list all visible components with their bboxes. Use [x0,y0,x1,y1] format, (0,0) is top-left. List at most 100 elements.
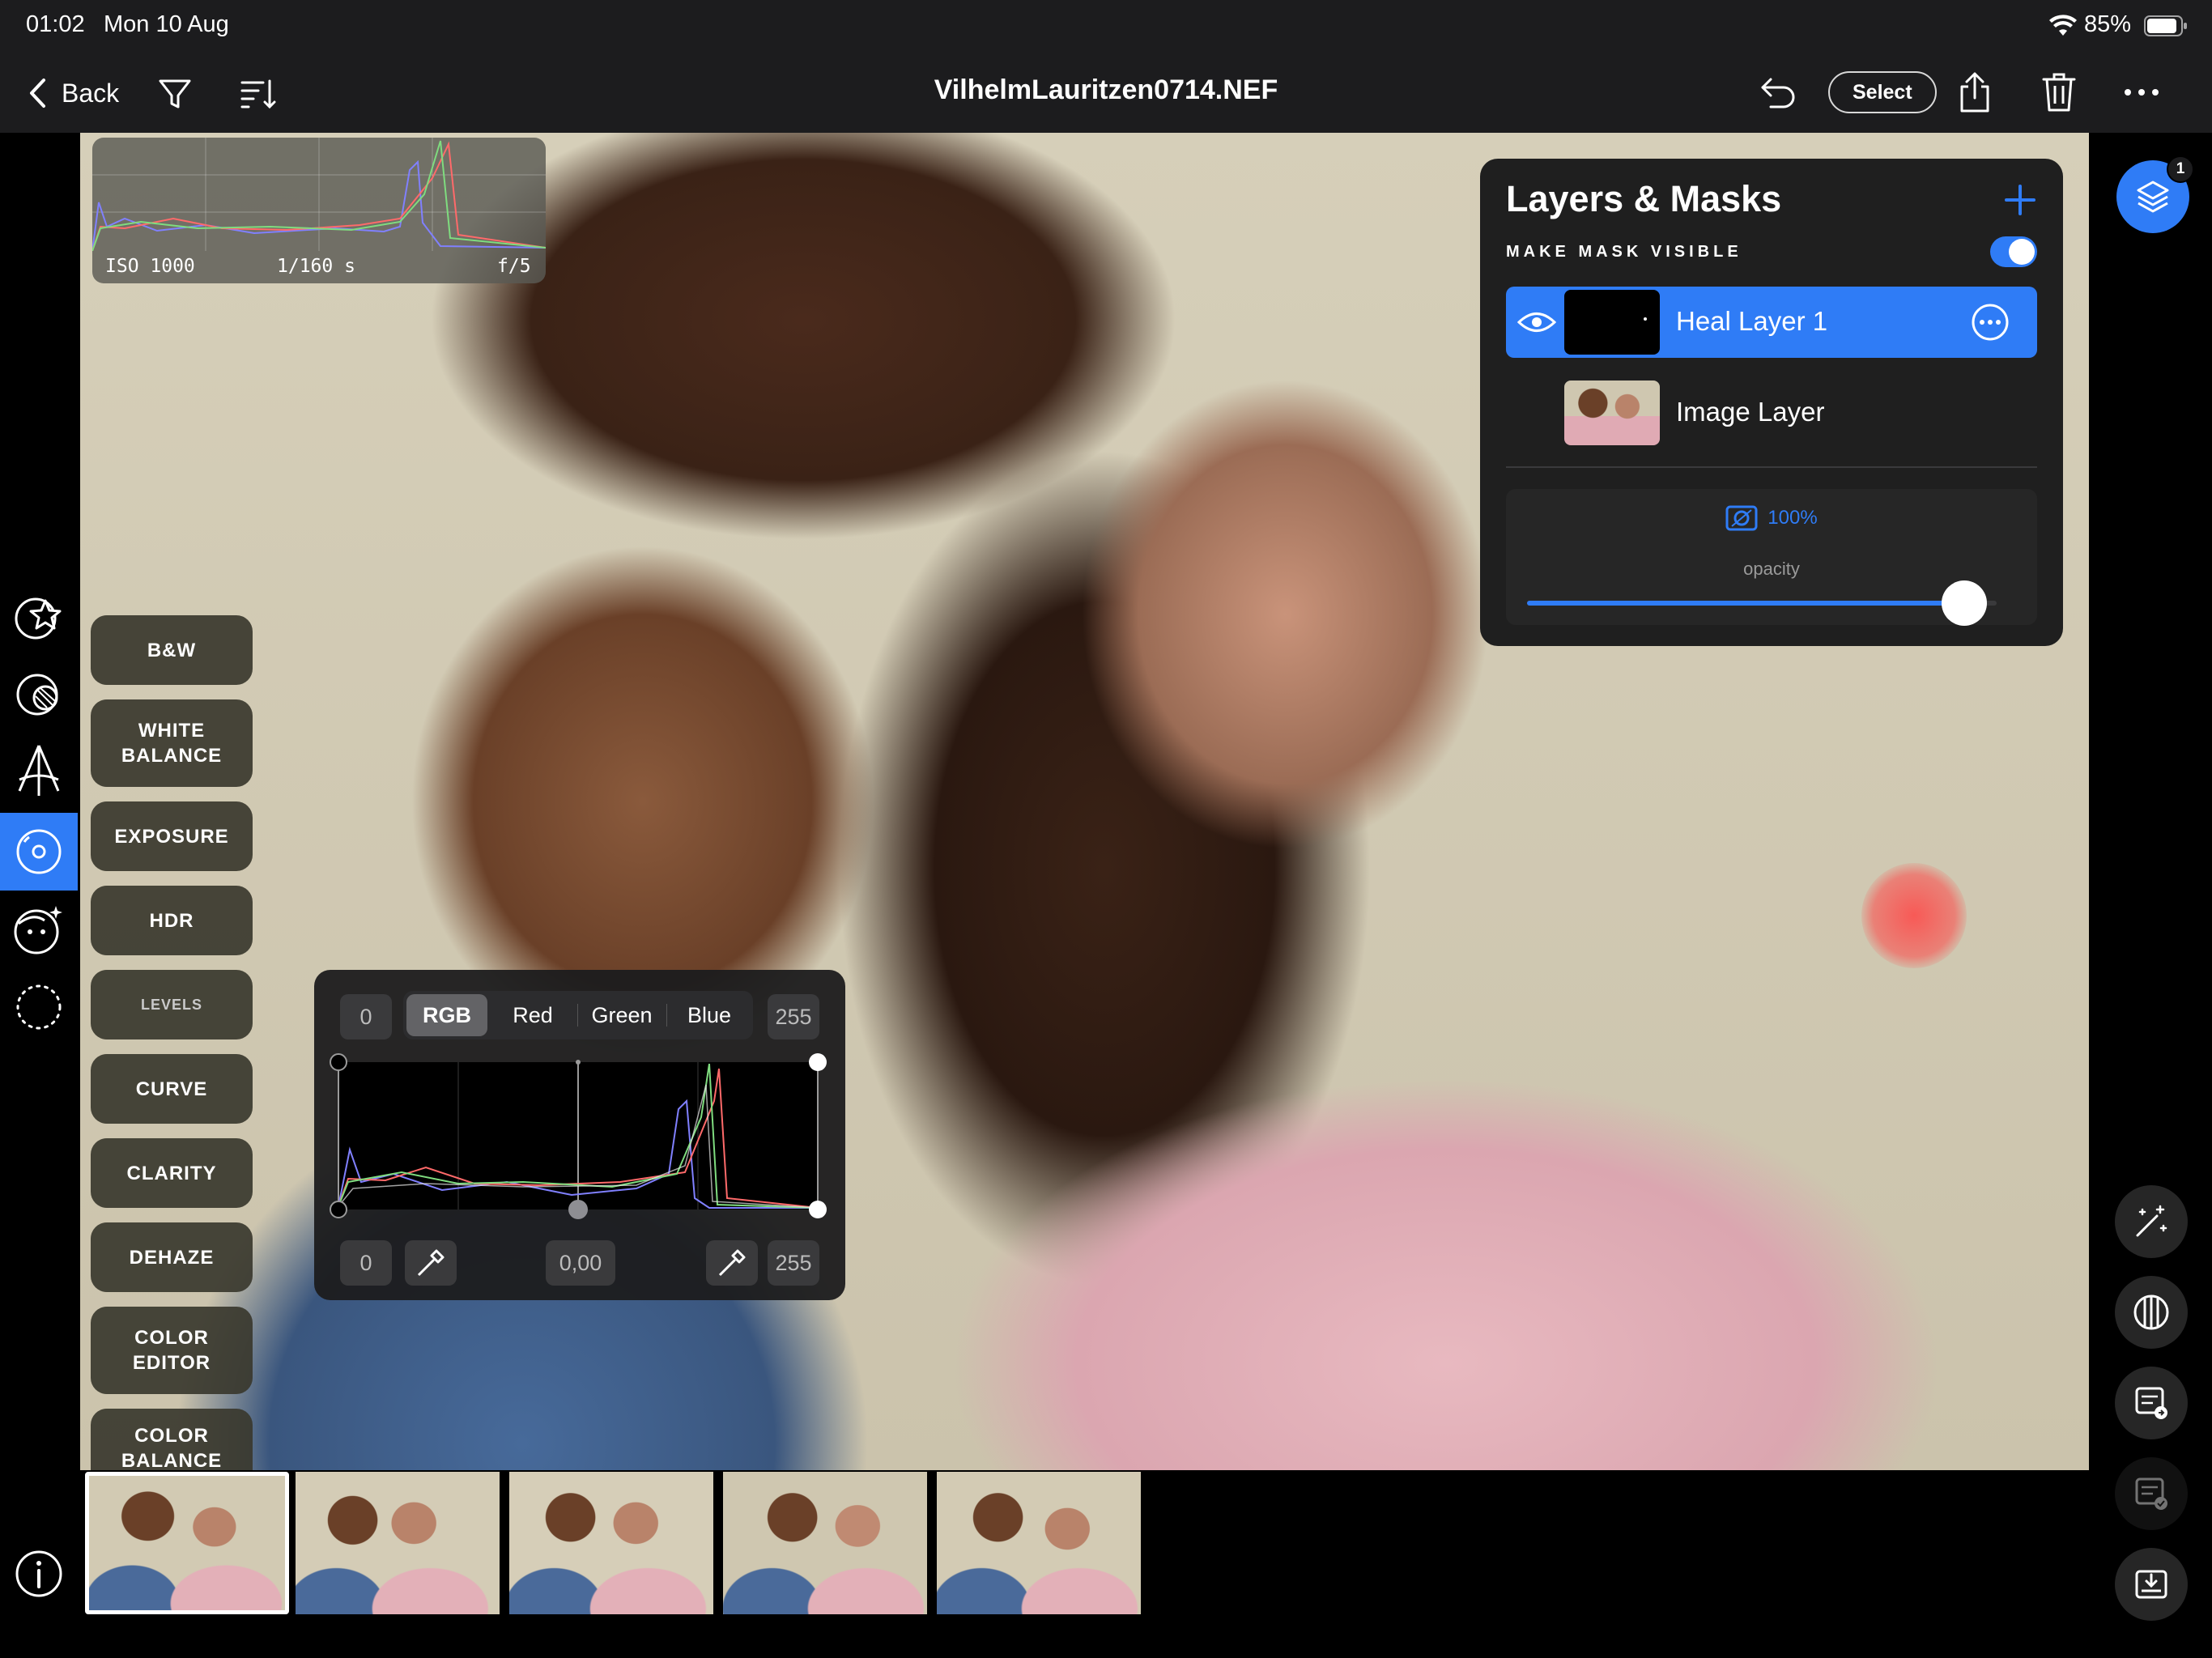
perspective-icon [18,745,60,796]
portrait-icon [14,906,62,954]
film-thumbnail[interactable] [296,1472,500,1614]
auto-enhance-button[interactable] [2115,1185,2188,1258]
wifi-icon [2048,15,2078,41]
undo-button[interactable] [1759,73,1799,113]
select-lasso-icon [16,984,62,1030]
film-thumbnail[interactable] [85,1472,289,1614]
tool-rail [0,133,79,1658]
levels-panel: 0 RGB Red Green Blue 255 0 0,00 255 [314,970,845,1300]
histogram-panel: ISO 1000 1/160 s f/5 [92,138,546,283]
mask-visible-toggle[interactable] [1990,236,2037,267]
tab-blue[interactable]: Blue [669,994,750,1036]
layer-options-icon[interactable] [1971,303,2010,342]
trash-icon [2042,73,2076,112]
battery-icon [2144,15,2188,41]
heal-mask-spot [1861,863,1967,968]
layer-row-heal[interactable]: Heal Layer 1 [1506,287,2037,358]
eye-icon[interactable] [1517,310,1556,334]
portrait-tool[interactable] [0,891,78,968]
white-balance-button[interactable]: WHITE BALANCE [91,699,253,787]
compare-button[interactable] [2115,1276,2188,1349]
layers-button[interactable]: 1 [2116,155,2194,233]
levels-white-output[interactable]: 255 [768,1240,819,1286]
levels-white-input[interactable]: 255 [768,994,819,1039]
opacity-card: 100% opacity [1506,489,2037,626]
white-output-handle [809,1201,827,1218]
opacity-slider[interactable] [1527,580,1997,626]
film-thumbnail[interactable] [937,1472,1141,1614]
adjust-tool[interactable] [0,813,78,891]
filmstrip [80,1470,2089,1658]
more-button[interactable] [2121,76,2162,108]
exif-shutter: 1/160 s [277,256,355,277]
copy-adjustments-icon [2135,1387,2167,1419]
black-point-handle [330,1053,347,1071]
layers-title: Layers & Masks [1506,178,1782,219]
levels-black-input[interactable]: 0 [340,994,392,1039]
clarity-button[interactable]: CLARITY [91,1138,253,1208]
levels-histogram[interactable] [329,1052,831,1222]
nav-bar: Back VilhelmLauritzen0714.NEF Select [0,52,2212,133]
status-bar: 01:02 Mon 10 Aug 85% [0,0,2212,52]
more-icon [2125,89,2159,96]
opacity-value: 100% [1767,507,1818,529]
eyedropper-icon [718,1249,746,1277]
black-output-handle [330,1201,347,1218]
copy-adjustments-button[interactable] [2115,1367,2188,1439]
image-layer-thumbnail [1564,380,1660,445]
film-thumbnail[interactable] [509,1472,713,1614]
color-balance-button[interactable]: COLOR BALANCE [91,1409,253,1470]
export-button[interactable] [2115,1548,2188,1621]
delete-button[interactable] [2039,70,2079,115]
midtone-handle [568,1200,588,1219]
select-button[interactable]: Select [1828,71,1937,113]
mask-visible-label: MAKE MASK VISIBLE [1506,243,1742,261]
export-icon [2135,1570,2167,1599]
exposure-button[interactable]: EXPOSURE [91,801,253,871]
magic-wand-icon [2136,1205,2167,1237]
levels-black-output[interactable]: 0 [340,1240,392,1286]
levels-midtone-value[interactable]: 0,00 [546,1240,615,1286]
battery-percent: 85% [2084,11,2132,37]
layer-row-image[interactable]: Image Layer [1506,377,2037,449]
color-editor-button[interactable]: COLOR EDITOR [91,1307,253,1394]
channel-selector: RGB Red Green Blue [403,991,753,1039]
paste-adjustments-button[interactable] [2115,1457,2188,1530]
hdr-button[interactable]: HDR [91,886,253,955]
paste-adjustments-icon [2135,1477,2167,1510]
levels-button[interactable]: LEVELS [91,970,253,1039]
info-button[interactable] [0,1535,78,1613]
share-button[interactable] [1955,70,1995,115]
opacity-icon [1725,505,1758,531]
right-rail: 1 [2089,133,2212,1658]
tab-rgb[interactable]: RGB [406,994,487,1036]
curve-button[interactable]: CURVE [91,1054,253,1124]
undo-icon [1761,78,1795,108]
opacity-slider-knob[interactable] [1942,580,1987,626]
dehaze-button[interactable]: DEHAZE [91,1222,253,1292]
info-icon [15,1550,62,1597]
layers-count-badge: 1 [2167,155,2194,183]
compare-stripes-icon [2133,1295,2169,1330]
favorite-tool[interactable] [0,580,78,657]
bw-button[interactable]: B&W [91,615,253,685]
eyedropper-icon [417,1249,445,1277]
status-date: Mon 10 Aug [104,11,229,37]
favorite-star-icon [15,597,62,640]
tab-red[interactable]: Red [492,994,573,1036]
tone-tool[interactable] [0,656,78,733]
white-point-handle-top [809,1053,827,1071]
layers-masks-panel: Layers & Masks MAKE MASK VISIBLE Heal La… [1480,159,2063,646]
perspective-tool[interactable] [0,732,78,810]
add-layer-button[interactable] [2001,181,2039,219]
histogram-graph [92,138,546,251]
plus-icon [2005,185,2035,215]
opacity-label: opacity [1743,559,1800,579]
black-eyedropper-button[interactable] [405,1240,457,1286]
adjust-icon [16,829,62,874]
select-lasso-tool[interactable] [0,968,78,1046]
film-thumbnail[interactable] [723,1472,927,1614]
tab-green[interactable]: Green [578,994,666,1036]
layers-divider [1506,466,2037,468]
white-eyedropper-button[interactable] [706,1240,758,1286]
